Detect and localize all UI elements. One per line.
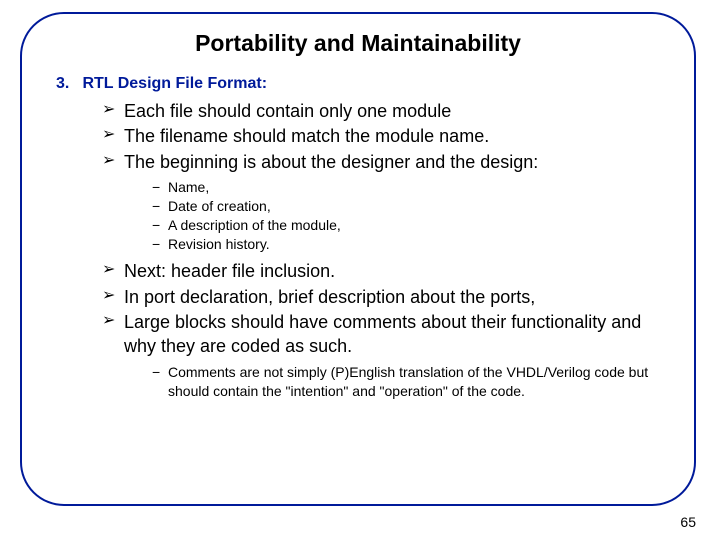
sub-list-1: Name, Date of creation, A description of… [56,178,660,254]
list-item: The beginning is about the designer and … [102,150,660,174]
list-item: Next: header file inclusion. [102,259,660,283]
list-item: Revision history. [152,235,660,254]
sub-list-2: Comments are not simply (P)English trans… [56,363,660,401]
section-title: RTL Design File Format: [82,75,267,92]
list-item: Name, [152,178,660,197]
list-item: Comments are not simply (P)English trans… [152,363,660,401]
list-item: In port declaration, brief description a… [102,285,660,309]
section-heading: 3. RTL Design File Format: [56,75,660,93]
list-item: Date of creation, [152,197,660,216]
bullet-list-1: Each file should contain only one module… [56,99,660,174]
slide-title: Portability and Maintainability [56,30,660,57]
page-number: 65 [680,514,696,530]
list-item: A description of the module, [152,216,660,235]
section-number: 3. [56,75,78,93]
list-item: The filename should match the module nam… [102,124,660,148]
slide-frame: Portability and Maintainability 3. RTL D… [20,12,696,506]
bullet-list-2: Next: header file inclusion. In port dec… [56,259,660,358]
list-item: Each file should contain only one module [102,99,660,123]
list-item: Large blocks should have comments about … [102,310,660,359]
